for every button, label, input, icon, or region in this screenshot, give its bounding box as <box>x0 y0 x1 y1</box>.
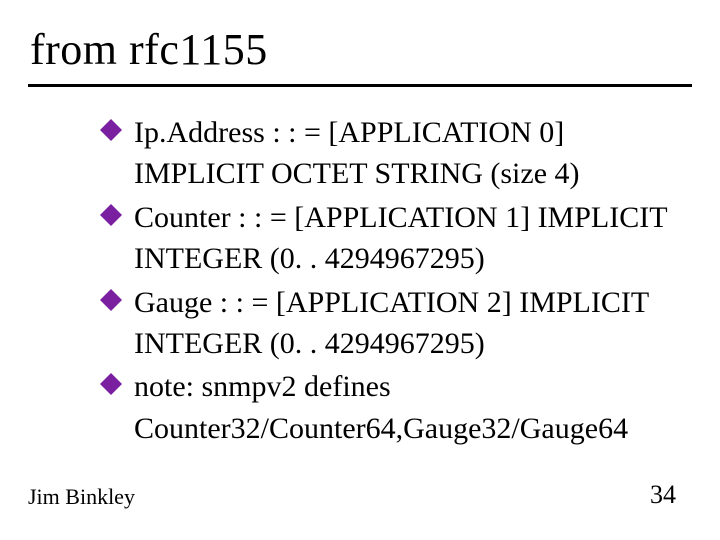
slide-body: Ip.Address : : = [APPLICATION 0] IMPLICI… <box>100 112 700 451</box>
slide: from rfc1155 Ip.Address : : = [APPLICATI… <box>0 0 720 540</box>
diamond-bullet-icon <box>100 204 122 226</box>
list-item-rest: : : = [APPLICATION 2] IMPLICIT INTEGER (… <box>134 286 649 360</box>
diamond-bullet-icon <box>100 289 122 311</box>
list-item-lead: note: <box>134 370 194 403</box>
list-item-lead: Counter <box>134 201 231 234</box>
diamond-bullet-icon <box>100 119 122 141</box>
slide-title: from rfc1155 <box>30 24 268 75</box>
list-item: Gauge : : = [APPLICATION 2] IMPLICIT INT… <box>100 282 700 365</box>
list-item: Counter : : = [APPLICATION 1] IMPLICIT I… <box>100 197 700 280</box>
list-item: note: snmpv2 defines Counter32/Counter64… <box>100 366 700 449</box>
list-item-rest: snmpv2 defines Counter32/Counter64,Gauge… <box>134 370 628 444</box>
list-item-lead: Gauge <box>134 286 212 319</box>
footer-author: Jim Binkley <box>28 484 135 510</box>
list-item-lead: Ip.Address <box>134 116 265 149</box>
diamond-bullet-icon <box>100 373 122 395</box>
list-item: Ip.Address : : = [APPLICATION 0] IMPLICI… <box>100 112 700 195</box>
title-underline <box>28 84 692 87</box>
footer-page-number: 34 <box>650 480 676 510</box>
